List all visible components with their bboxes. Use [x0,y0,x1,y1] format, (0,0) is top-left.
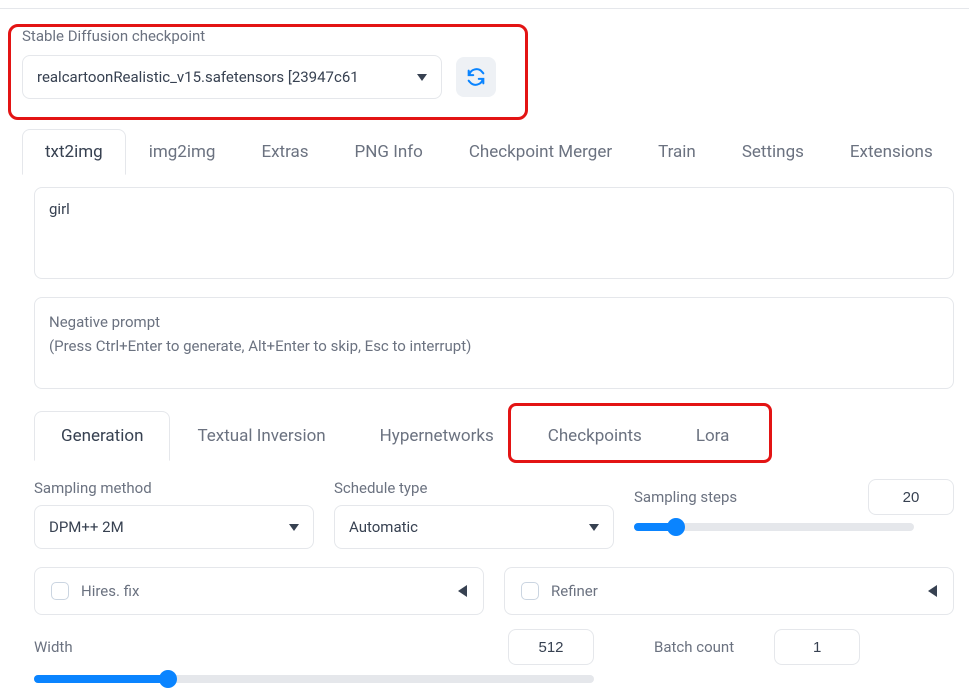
sampling-method-select[interactable]: DPM++ 2M [34,505,314,549]
tab-checkpoint-merger[interactable]: Checkpoint Merger [446,129,635,175]
sampling-steps-input[interactable] [868,479,954,515]
tab-pnginfo[interactable]: PNG Info [332,129,446,175]
neg-placeholder-line1: Negative prompt [49,310,939,334]
width-slider[interactable] [34,675,594,683]
tab-img2img[interactable]: img2img [126,129,239,175]
subtab-lora[interactable]: Lora [669,411,757,461]
subtab-generation[interactable]: Generation [34,411,170,461]
checkpoint-value: realcartoonRealistic_v15.safetensors [23… [37,68,359,86]
triangle-left-icon [458,585,467,597]
neg-placeholder-line2: (Press Ctrl+Enter to generate, Alt+Enter… [49,334,939,358]
sub-tabs: Generation Textual Inversion Hypernetwor… [34,411,953,461]
negative-prompt-textarea[interactable]: Negative prompt (Press Ctrl+Enter to gen… [34,297,954,389]
width-input[interactable] [508,629,594,665]
chevron-down-icon [417,74,427,81]
refiner-checkbox[interactable] [521,582,539,600]
width-label: Width [34,638,73,656]
hires-fix-label: Hires. fix [81,582,139,600]
tab-extensions[interactable]: Extensions [827,129,956,175]
chevron-down-icon [589,524,599,531]
refiner-toggle[interactable]: Refiner [504,567,954,615]
schedule-type-select[interactable]: Automatic [334,505,614,549]
batch-count-input[interactable] [774,629,860,665]
tab-train[interactable]: Train [635,129,719,175]
batch-count-label: Batch count [654,638,734,656]
schedule-type-label: Schedule type [334,479,614,497]
schedule-type-value: Automatic [349,518,418,536]
hires-fix-toggle[interactable]: Hires. fix [34,567,484,615]
checkpoint-label: Stable Diffusion checkpoint [22,27,969,45]
tab-extras[interactable]: Extras [238,129,331,175]
tab-txt2img[interactable]: txt2img [22,129,126,175]
checkpoint-select[interactable]: realcartoonRealistic_v15.safetensors [23… [22,55,442,99]
subtab-checkpoints[interactable]: Checkpoints [521,411,669,461]
triangle-left-icon [928,585,937,597]
tab-settings[interactable]: Settings [719,129,827,175]
sampling-method-label: Sampling method [34,479,314,497]
chevron-down-icon [289,524,299,531]
prompt-textarea[interactable]: girl [34,187,954,279]
subtab-hypernetworks[interactable]: Hypernetworks [353,411,521,461]
refiner-label: Refiner [551,582,598,600]
sampling-method-value: DPM++ 2M [49,518,124,536]
sampling-steps-label: Sampling steps [634,488,737,506]
refresh-checkpoint-button[interactable] [456,57,496,97]
hires-fix-checkbox[interactable] [51,582,69,600]
subtab-textual-inversion[interactable]: Textual Inversion [170,411,352,461]
main-tabs: txt2img img2img Extras PNG Info Checkpoi… [22,129,969,175]
sampling-steps-slider[interactable] [634,523,914,531]
refresh-icon [465,66,487,88]
